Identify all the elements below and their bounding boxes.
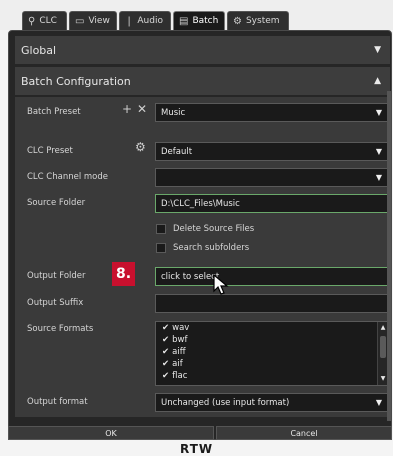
- audio-icon: ❘: [125, 15, 134, 27]
- output-suffix-label: Output Suffix: [27, 298, 84, 308]
- clc-preset-select[interactable]: Default ▼: [155, 142, 388, 161]
- batch-config-header[interactable]: Batch Configuration ▲: [15, 67, 390, 95]
- output-suffix-input[interactable]: [155, 294, 388, 313]
- ok-button[interactable]: OK: [8, 426, 214, 440]
- list-item[interactable]: ✔ aif: [156, 358, 387, 370]
- checkbox-box: [156, 224, 166, 234]
- chevron-down-icon: ▼: [375, 398, 382, 407]
- source-folder-input[interactable]: D:\CLC_Files\Music: [155, 194, 388, 213]
- scroll-thumb[interactable]: [380, 336, 386, 358]
- output-folder-label: Output Folder: [27, 271, 86, 281]
- chevron-down-icon: ▼: [374, 45, 381, 55]
- output-format-select[interactable]: Unchanged (use input format) ▼: [155, 393, 388, 412]
- tab-clc[interactable]: ⚲ CLC: [22, 11, 67, 30]
- cancel-button[interactable]: Cancel: [216, 426, 392, 440]
- list-item[interactable]: ✔ wav: [156, 322, 387, 334]
- tab-audio[interactable]: ❘ Audio: [119, 11, 171, 30]
- step-badge: 8.: [112, 262, 135, 286]
- check-icon: ✔: [162, 359, 170, 369]
- batch-window: Global ▼ Batch Configuration ▲ Batch Pre…: [8, 30, 392, 440]
- tab-bar: ⚲ CLC ▭ View ❘ Audio ▤ Batch ⚙ System: [0, 0, 393, 30]
- button-bar: OK Cancel: [8, 426, 392, 440]
- list-item[interactable]: ✔ aiff: [156, 346, 387, 358]
- chevron-down-icon: ▼: [375, 108, 382, 117]
- list-scrollbar[interactable]: ▲ ▼: [377, 322, 387, 385]
- tab-system[interactable]: ⚙ System: [227, 11, 289, 30]
- list-item[interactable]: ✔ bwf: [156, 334, 387, 346]
- global-section-header[interactable]: Global ▼: [15, 36, 390, 64]
- check-icon: ✔: [162, 347, 170, 357]
- batch-preset-label: Batch Preset: [27, 107, 81, 117]
- source-formats-label: Source Formats: [27, 324, 94, 334]
- tab-view[interactable]: ▭ View: [69, 11, 117, 30]
- mouse-cursor-icon: [213, 274, 229, 295]
- delete-source-checkbox[interactable]: Delete Source Files: [156, 224, 254, 234]
- gear-icon[interactable]: ⚙: [135, 140, 146, 154]
- source-formats-list[interactable]: ✔ wav ✔ bwf ✔ aiff ✔ aif ✔ flac ▲ ▼: [155, 321, 388, 386]
- search-subfolders-checkbox[interactable]: Search subfolders: [156, 243, 249, 253]
- clc-icon: ⚲: [28, 15, 36, 27]
- clc-channel-mode-label: CLC Channel mode: [27, 172, 109, 182]
- chevron-down-icon: ▼: [375, 147, 382, 156]
- add-preset-icon[interactable]: +: [122, 102, 132, 116]
- check-icon: ✔: [162, 371, 170, 381]
- gear-icon: ⚙: [233, 15, 242, 27]
- checkbox-box: [156, 243, 166, 253]
- delete-preset-icon[interactable]: ✕: [137, 102, 147, 116]
- batch-icon: ▤: [179, 15, 189, 27]
- panel-scrollbar[interactable]: [387, 91, 391, 421]
- rtw-logo: RTW: [180, 442, 214, 456]
- chevron-up-icon: ▲: [374, 76, 381, 86]
- check-icon: ✔: [162, 323, 170, 333]
- list-item[interactable]: ✔ flac: [156, 370, 387, 382]
- batch-preset-select[interactable]: Music ▼: [155, 103, 388, 122]
- chevron-down-icon: ▼: [375, 173, 382, 182]
- source-folder-label: Source Folder: [27, 198, 86, 208]
- tab-batch[interactable]: ▤ Batch: [173, 11, 225, 30]
- clc-channel-mode-select[interactable]: ▼: [155, 168, 388, 187]
- batch-config-panel: Batch Preset + ✕ Music ▼ CLC Preset ⚙ De…: [15, 97, 390, 417]
- view-icon: ▭: [75, 15, 85, 27]
- output-folder-input[interactable]: click to select: [155, 267, 388, 286]
- output-format-label: Output format: [27, 397, 88, 407]
- check-icon: ✔: [162, 335, 170, 345]
- clc-preset-label: CLC Preset: [27, 146, 73, 156]
